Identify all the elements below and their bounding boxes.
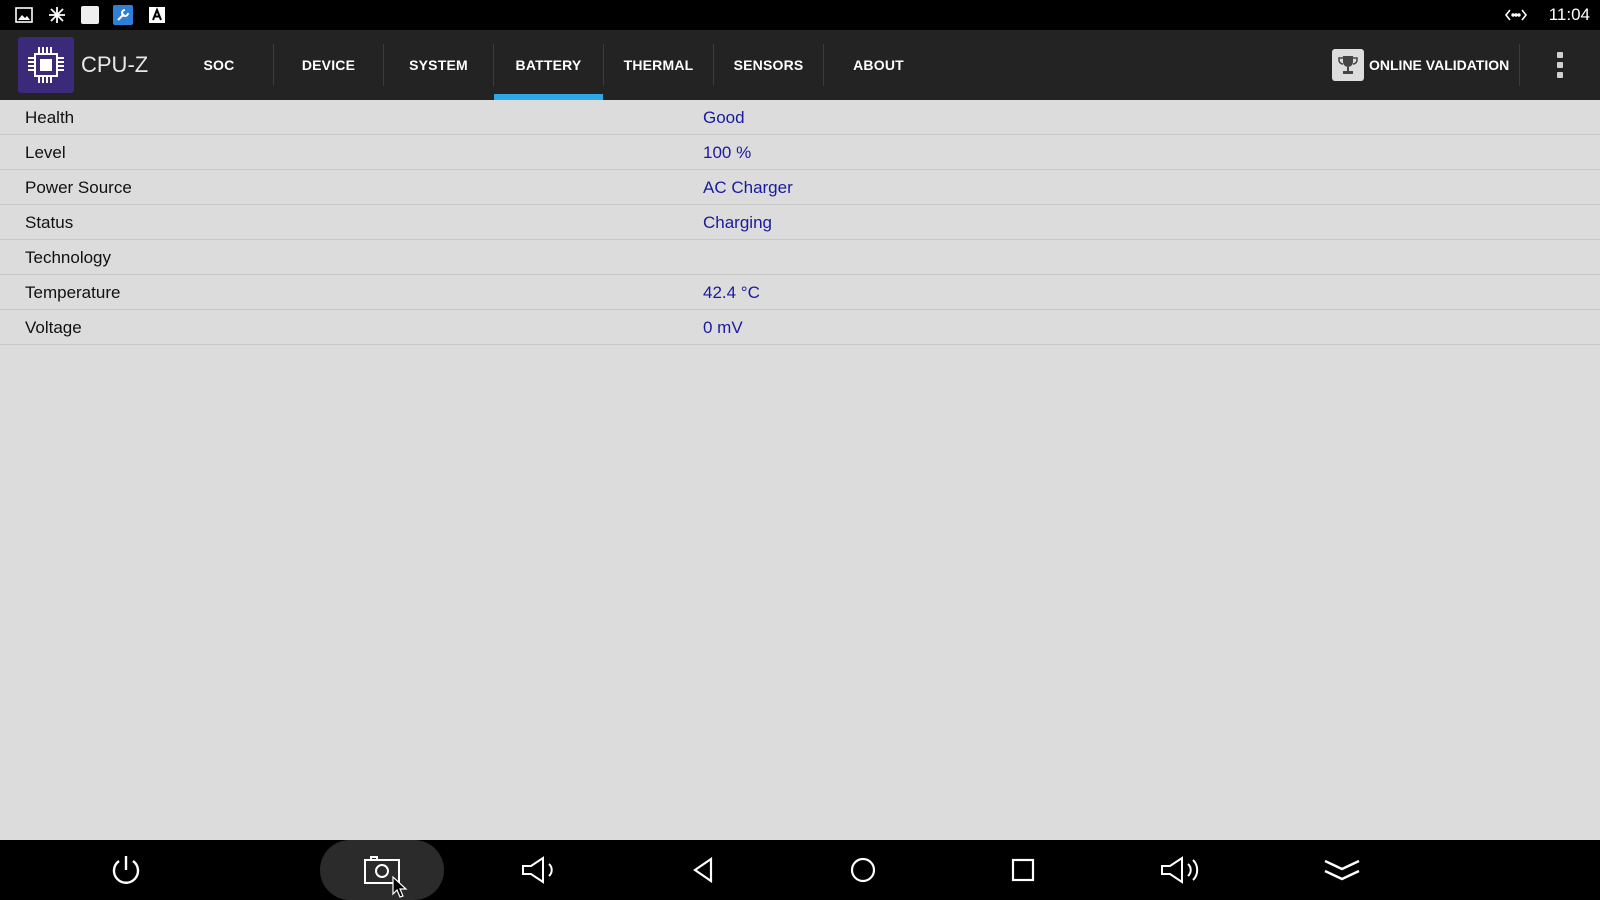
tab-battery[interactable]: BATTERY [494,30,603,100]
status-bar: 11:04 [0,0,1600,30]
font-icon [147,5,167,25]
screenshot-icon[interactable] [320,840,444,900]
row-label: Technology [25,248,112,267]
online-validation-button[interactable]: ONLINE VALIDATION [1332,30,1509,100]
mouse-cursor-icon [391,875,411,900]
app-bar: CPU-Z SOC DEVICE SYSTEM BATTERY THERMAL … [0,30,1600,100]
table-row: Voltage 0 mV [0,310,1600,345]
row-label: Power Source [25,178,132,197]
online-validation-label: ONLINE VALIDATION [1369,57,1510,73]
table-row: Technology [0,240,1600,275]
navigation-bar [0,840,1600,900]
row-value: 0 mV [703,318,743,337]
back-icon[interactable] [664,840,744,900]
tab-soc[interactable]: SOC [166,30,272,100]
recents-icon[interactable] [983,840,1063,900]
tab-sensors[interactable]: SENSORS [714,30,823,100]
row-value: 100 % [703,143,752,162]
volume-up-icon[interactable] [1142,840,1222,900]
toolbar-divider [1519,44,1520,86]
trophy-icon [1332,49,1364,81]
table-row: Temperature 42.4 °C [0,275,1600,310]
table-row: Power Source AC Charger [0,170,1600,205]
collapse-icon[interactable] [1302,840,1382,900]
row-label: Voltage [25,318,82,337]
row-label: Status [25,213,74,232]
tab-device[interactable]: DEVICE [274,30,383,100]
code-arrows-icon [1504,5,1528,25]
table-row: Health Good [0,100,1600,135]
snowflake-icon [47,5,67,25]
row-label: Health [25,108,75,127]
wrench-icon [113,5,133,25]
blank-app-icon [80,5,100,25]
chip-icon [18,37,74,93]
tab-thermal[interactable]: THERMAL [604,30,713,100]
tab-about[interactable]: ABOUT [824,30,933,100]
row-label: Level [25,143,66,162]
volume-down-icon[interactable] [501,840,581,900]
app-title: CPU-Z [81,52,149,77]
power-icon[interactable] [86,840,166,900]
table-row: Status Charging [0,205,1600,240]
battery-info-table: Health Good Level 100 % Power Source AC … [0,100,1600,840]
table-row: Level 100 % [0,135,1600,170]
row-label: Temperature [25,283,121,302]
row-value: AC Charger [703,178,793,197]
home-icon[interactable] [823,840,903,900]
row-value: 42.4 °C [703,283,760,302]
row-value: Good [703,108,745,127]
row-value: Charging [703,213,772,232]
tab-system[interactable]: SYSTEM [384,30,493,100]
gallery-icon [14,5,34,25]
more-vert-icon[interactable] [1550,50,1570,80]
clock: 11:04 [1548,5,1590,24]
